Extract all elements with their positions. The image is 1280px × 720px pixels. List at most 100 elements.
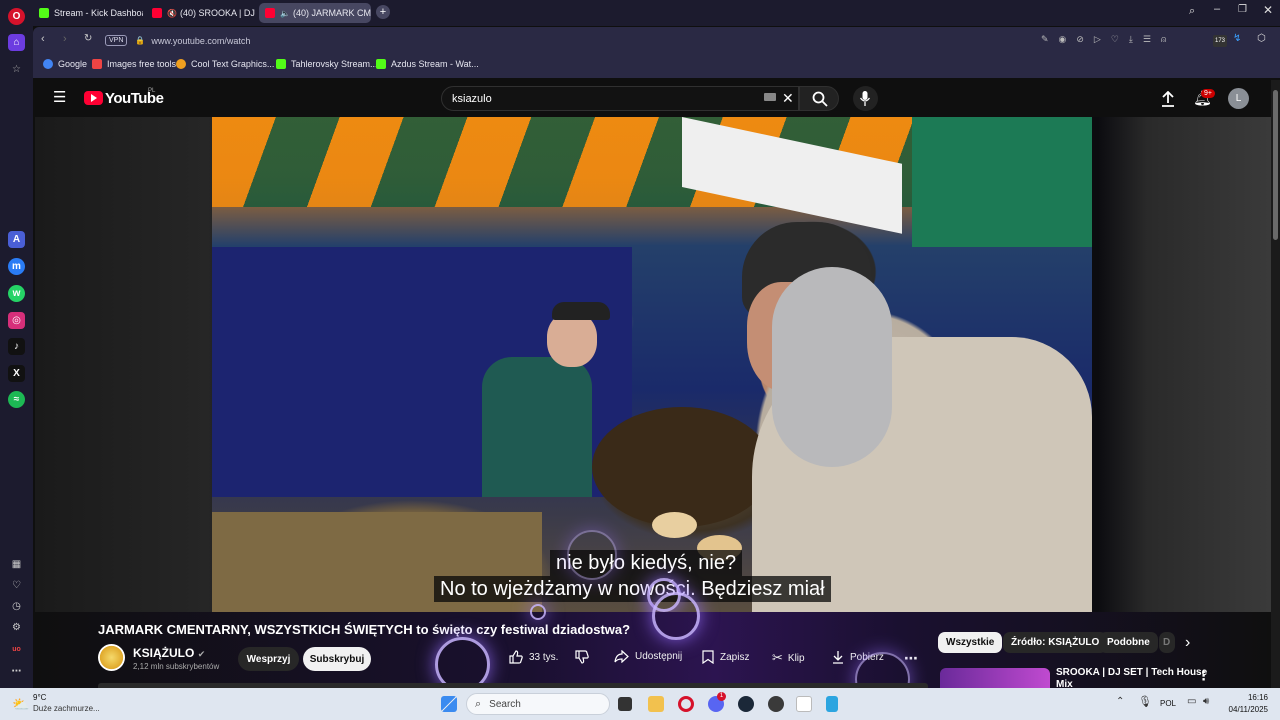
weather-description[interactable]: Duże zachmurze... <box>33 704 100 713</box>
scrollbar-thumb[interactable] <box>1273 90 1278 240</box>
volume-icon[interactable]: 🔊︎ <box>1203 696 1209 707</box>
clock-time[interactable]: 16:16 <box>1226 693 1268 702</box>
weather-temperature[interactable]: 9°C <box>33 693 46 702</box>
save-label: Zapisz <box>720 651 750 663</box>
extensions-cube-icon[interactable]: ⬡ <box>1257 33 1266 44</box>
clear-search-icon[interactable]: ✕ <box>782 90 794 107</box>
channel-avatar[interactable] <box>98 644 125 671</box>
chip-source-channel[interactable]: Źródło: KSIĄŻULO <box>1003 632 1108 653</box>
minimize-icon[interactable]: – <box>1214 3 1220 15</box>
tab-search-icon[interactable]: ⌕ <box>1189 5 1195 18</box>
bookmark-tahlerovsky[interactable]: Tahlerovsky Stream... <box>276 59 378 69</box>
close-window-icon[interactable]: ✕ <box>1263 3 1273 17</box>
home-icon[interactable]: ⌂ <box>8 34 25 51</box>
click-ripple-overlay <box>567 530 617 580</box>
notifications-badge: 9+ <box>1201 89 1215 98</box>
kick-icon <box>276 59 286 69</box>
bookmark-azdus[interactable]: Azdus Stream - Wat... <box>376 59 479 69</box>
recommendation-thumbnail[interactable] <box>940 668 1050 688</box>
extensions-grid-icon[interactable]: ▦ <box>8 556 25 573</box>
pinboard-star-icon[interactable]: ☆ <box>8 61 25 78</box>
support-button[interactable]: Wesprzyj <box>238 647 299 671</box>
extension-counter-badge[interactable]: 173 <box>1213 35 1227 47</box>
reload-icon[interactable]: ↻ <box>84 33 92 44</box>
ublock-icon[interactable]: uo <box>8 641 25 658</box>
notepad-icon[interactable] <box>826 696 838 712</box>
instagram-icon[interactable]: ◎ <box>8 312 25 329</box>
clip-button[interactable]: ✂ Klip <box>772 650 805 666</box>
save-button[interactable]: Zapisz <box>702 650 749 664</box>
app-window-icon[interactable] <box>796 696 812 712</box>
restore-icon[interactable]: ❐ <box>1238 4 1247 15</box>
aria-icon[interactable]: A <box>8 231 25 248</box>
like-count: 33 tys. <box>529 651 559 663</box>
new-tab-plus-icon[interactable]: + <box>376 5 390 19</box>
muted-speaker-icon[interactable]: 🔇 <box>167 9 177 18</box>
steam-icon[interactable] <box>738 696 754 712</box>
vpn-badge[interactable]: VPN <box>105 35 128 46</box>
upload-icon[interactable] <box>1161 91 1175 107</box>
search-input[interactable]: ksiazulo ✕ <box>441 86 799 111</box>
chip-related[interactable]: Podobne <box>1099 632 1158 653</box>
recommendation-title[interactable]: SROOKA | DJ SET | Tech House Mix <box>1056 667 1207 688</box>
opera-taskbar-icon[interactable] <box>678 696 694 712</box>
speaker-icon[interactable]: 🔈 <box>280 9 290 18</box>
youtube-logo-icon[interactable] <box>84 91 103 105</box>
spotify-icon[interactable]: ≈ <box>8 391 25 408</box>
search-button[interactable] <box>799 86 839 111</box>
channel-name[interactable]: KSIĄŻULO ✔ <box>133 646 205 660</box>
voice-search-button[interactable] <box>853 86 878 111</box>
translate-icon[interactable]: ↯ <box>1233 33 1241 44</box>
dislike-button[interactable] <box>575 650 595 664</box>
hamburger-menu-icon[interactable]: ☰ <box>53 90 66 105</box>
x-twitter-icon[interactable]: X <box>8 365 25 382</box>
obs-icon[interactable] <box>768 696 784 712</box>
bookmark-label: Azdus Stream - Wat... <box>391 59 479 69</box>
share-button[interactable]: Udostępnij <box>614 650 682 663</box>
toolbar-actions-icon[interactable]: ✎◉⊘▷♡⤓☰⍝ <box>1041 34 1176 45</box>
keyboard-icon[interactable] <box>764 93 776 101</box>
like-button[interactable]: 33 tys. <box>509 650 558 664</box>
whatsapp-icon[interactable]: w <box>8 285 25 302</box>
address-field[interactable]: VPN 🔒 www.youtube.com/watch <box>105 31 805 50</box>
language-indicator[interactable]: POL <box>1160 699 1176 708</box>
bookmark-label: Cool Text Graphics... <box>191 59 275 69</box>
bookmark-cool-text[interactable]: Cool Text Graphics... <box>176 59 274 69</box>
settings-gear-icon[interactable]: ⚙ <box>8 619 25 636</box>
lock-icon[interactable]: 🔒 <box>135 36 145 45</box>
recommendation-menu-icon[interactable]: ⋮ <box>1197 668 1210 684</box>
chips-next-chevron-icon[interactable]: › <box>1185 634 1190 652</box>
favorites-heart-icon[interactable]: ♡ <box>8 577 25 594</box>
more-dots-icon[interactable]: ⋯ <box>8 663 25 680</box>
opera-logo-icon[interactable]: O <box>8 8 25 25</box>
download-icon <box>833 651 843 664</box>
back-arrow-icon[interactable]: ‹ <box>41 33 45 45</box>
network-icon[interactable]: ▭ <box>1187 696 1196 707</box>
page-scrollbar[interactable] <box>1271 80 1280 688</box>
address-bar-row: ‹ › ↻ VPN 🔒 www.youtube.com/watch ✎◉⊘▷♡⤓… <box>33 27 1280 54</box>
video-details: JARMARK CMENTARNY, WSZYSTKICH ŚWIĘTYCH t… <box>35 592 1271 688</box>
clock-date[interactable]: 04/11/2025 <box>1216 705 1268 714</box>
chip-truncated[interactable]: D <box>1159 632 1175 653</box>
subscribe-button[interactable]: Subskrybuj <box>303 647 371 671</box>
messenger-icon[interactable]: m <box>8 258 25 275</box>
task-view-icon[interactable] <box>618 697 632 711</box>
tab-kick-dashboard[interactable]: Stream - Kick Dashboard <box>33 3 143 23</box>
history-clock-icon[interactable]: ◷ <box>8 598 25 615</box>
account-avatar[interactable]: L <box>1228 88 1249 109</box>
bookmark-images-free-tools[interactable]: Images free tools <box>92 59 176 69</box>
tab-srooka-dj-set[interactable]: 🔇 (40) SROOKA | DJ SET <box>146 3 256 23</box>
file-explorer-icon[interactable] <box>648 696 664 712</box>
video-player[interactable]: nie było kiedyś, nie? No to wjeżdżamy w … <box>212 117 1092 612</box>
taskbar-search-box[interactable]: ⌕ Search <box>466 693 610 715</box>
tab-label: Stream - Kick Dashboard <box>54 8 143 18</box>
show-hidden-icons-chevron-icon[interactable]: ⌃ <box>1116 696 1124 707</box>
chip-all[interactable]: Wszystkie <box>938 632 1003 653</box>
tab-jarmark-cmentarny[interactable]: 🔈 (40) JARMARK CMENT <box>259 3 371 23</box>
microphone-tray-icon[interactable]: 🎙︎ <box>1138 695 1152 708</box>
forward-arrow-icon[interactable]: › <box>63 33 67 45</box>
bookmark-google[interactable]: Google <box>43 59 87 69</box>
windows-start-icon[interactable] <box>441 696 457 712</box>
tiktok-icon[interactable]: ♪ <box>8 338 25 355</box>
weather-cloud-icon[interactable]: ⛅ <box>12 696 29 713</box>
